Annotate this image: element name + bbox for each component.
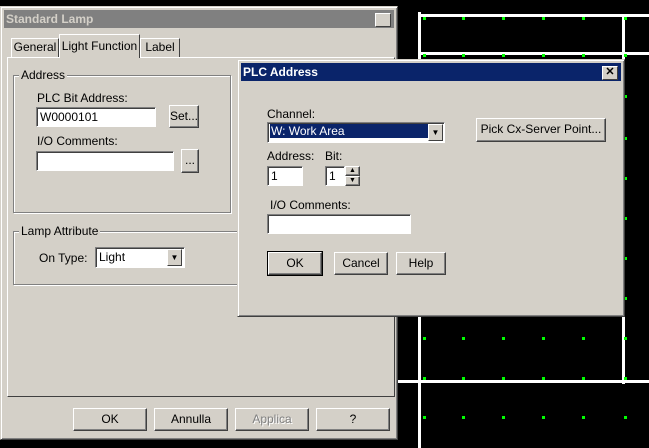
set-address-button[interactable]: Set... <box>169 105 199 128</box>
cancel-label: Annulla <box>170 412 212 426</box>
help-label: ? <box>349 412 357 426</box>
ellipsis-label: ... <box>184 153 195 167</box>
grid-dot <box>502 377 505 380</box>
grid-dot <box>423 416 426 419</box>
bit-label: Bit: <box>325 149 343 163</box>
grid-dot <box>542 416 545 419</box>
ok-button[interactable]: OK <box>73 408 147 431</box>
grid-dot <box>582 416 585 419</box>
address-group-label: Address <box>19 68 68 82</box>
lamp-attribute-label: Lamp Attribute <box>19 224 101 238</box>
grid-dot <box>582 54 585 57</box>
address-label: Address: <box>267 149 315 163</box>
apply-button: Applica <box>235 408 309 431</box>
canvas-grid-line <box>418 14 649 17</box>
tab-general[interactable]: General <box>11 38 59 57</box>
pick-cx-server-point-button[interactable]: Pick Cx-Server Point... <box>476 118 606 142</box>
grid-dot <box>624 337 627 340</box>
tab-light-function[interactable]: Light Function <box>59 34 140 58</box>
grid-dot <box>423 17 426 20</box>
grid-dot <box>502 17 505 20</box>
plc-bit-address-input[interactable]: W0000101 <box>36 107 156 127</box>
grid-dot <box>502 416 505 419</box>
dialog-title: PLC Address <box>243 65 318 79</box>
ok-button[interactable]: OK <box>267 251 323 276</box>
grid-dot <box>462 377 465 380</box>
dialog-title-bar: Standard Lamp ✕ <box>4 10 394 28</box>
channel-value: W: Work Area <box>270 124 428 138</box>
canvas-grid-line <box>398 380 649 383</box>
dialog-title-bar: PLC Address ✕ <box>241 63 621 81</box>
tab-label: Light Function <box>61 39 138 53</box>
chevron-down-icon[interactable]: ▼ <box>167 249 182 266</box>
grid-dot <box>462 337 465 340</box>
ok-label: OK <box>101 412 119 426</box>
io-comments-label: I/O Comments: <box>37 134 118 148</box>
grid-dot <box>624 17 627 20</box>
grid-dot <box>624 377 627 380</box>
cancel-label: Cancel <box>342 256 380 270</box>
tab-label: General <box>13 40 57 54</box>
plc-bit-address-label: PLC Bit Address: <box>37 91 128 105</box>
bit-input[interactable]: 1 <box>325 166 345 186</box>
spin-down-icon[interactable]: ▼ <box>345 176 360 186</box>
grid-dot <box>423 337 426 340</box>
close-icon: ✕ <box>378 13 388 25</box>
grid-dot <box>542 337 545 340</box>
tab-label: Label <box>145 40 175 54</box>
grid-dot <box>462 17 465 20</box>
io-comments-input[interactable] <box>36 151 174 171</box>
help-button[interactable]: ? <box>316 408 390 431</box>
spin-up-icon[interactable]: ▲ <box>345 166 360 176</box>
help-label: Help <box>408 256 434 270</box>
chevron-down-icon[interactable]: ▼ <box>428 124 443 141</box>
cancel-button[interactable]: Cancel <box>334 252 388 275</box>
channel-select[interactable]: W: Work Area <box>267 122 445 143</box>
grid-dot <box>582 17 585 20</box>
grid-dot <box>462 416 465 419</box>
close-icon: ✕ <box>605 66 615 78</box>
browse-comments-button[interactable]: ... <box>181 149 199 173</box>
grid-dot <box>462 54 465 57</box>
tab-label-tab[interactable]: Label <box>140 38 180 57</box>
io-comments-input[interactable] <box>267 214 411 234</box>
help-button[interactable]: Help <box>396 252 446 275</box>
grid-dot <box>502 337 505 340</box>
grid-dot <box>582 337 585 340</box>
cancel-button[interactable]: Annulla <box>154 408 228 431</box>
grid-dot <box>502 54 505 57</box>
on-type-label: On Type: <box>39 251 88 265</box>
on-type-value: Light <box>99 250 126 264</box>
dialog-title: Standard Lamp <box>6 12 94 26</box>
grid-dot <box>542 377 545 380</box>
grid-dot <box>582 377 585 380</box>
address-input[interactable]: 1 <box>267 166 303 186</box>
grid-dot <box>624 416 627 419</box>
ok-label: OK <box>286 256 304 270</box>
io-comments-label: I/O Comments: <box>270 198 351 212</box>
grid-dot <box>423 377 426 380</box>
close-button[interactable]: ✕ <box>375 13 391 27</box>
apply-label: Applica <box>252 412 292 426</box>
grid-dot <box>624 54 627 57</box>
pick-button-label: Pick Cx-Server Point... <box>480 122 602 136</box>
grid-dot <box>542 54 545 57</box>
plc-address-dialog: PLC Address ✕ Channel: W: Work Area ▼ Pi… <box>237 59 625 317</box>
channel-label: Channel: <box>267 107 316 121</box>
set-button-label: Set... <box>170 109 199 123</box>
grid-dot <box>542 17 545 20</box>
grid-dot <box>423 54 426 57</box>
canvas-grid-line <box>418 52 649 55</box>
close-button[interactable]: ✕ <box>602 66 618 80</box>
